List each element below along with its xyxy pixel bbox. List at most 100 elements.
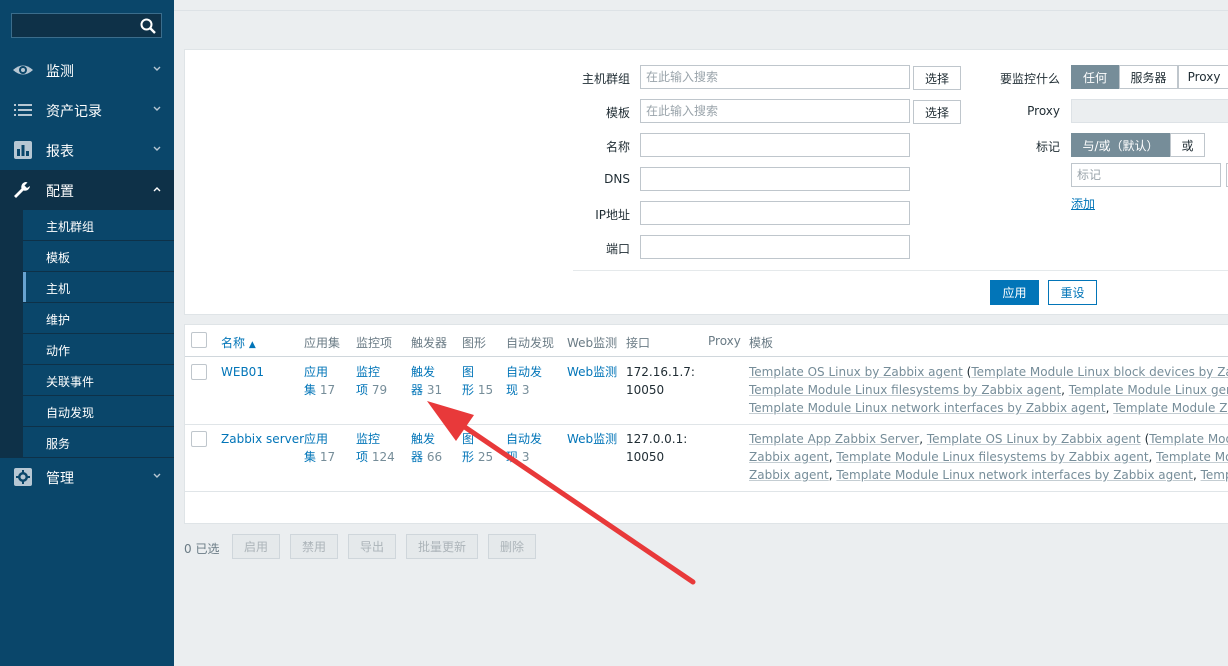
submenu-actions[interactable]: 动作 [23, 334, 174, 364]
sidebar-search-input[interactable] [12, 14, 132, 37]
discovery-text: 自动发 [506, 432, 543, 446]
submenu-host-groups[interactable]: 主机群组 [23, 210, 174, 240]
tags-or[interactable]: 或 [1170, 133, 1205, 157]
chevron-down-icon [153, 106, 161, 111]
template-link[interactable]: Template Module Zabbix agent [1113, 401, 1228, 415]
add-tag-link[interactable]: 添加 [1071, 195, 1095, 212]
discovery-link[interactable]: 自动发现 3 [506, 430, 542, 466]
submenu-services[interactable]: 服务 [23, 427, 174, 457]
monitored-by-any[interactable]: 任何 [1071, 65, 1119, 89]
template-link[interactable]: Template Module Linux filesystems by Zab… [749, 383, 1061, 397]
menu-reports[interactable]: 报表 [0, 130, 174, 170]
graphs-link[interactable]: 图形 15 [462, 363, 493, 399]
host-group-select-button[interactable]: 选择 [913, 66, 961, 90]
graphs-count: 25 [477, 450, 494, 464]
template-link[interactable]: Template Modul [1201, 468, 1228, 482]
menu-label: 资产记录 [46, 104, 102, 120]
tag-input[interactable] [1071, 163, 1221, 187]
menu-administration[interactable]: 管理 [0, 457, 174, 497]
apply-button[interactable]: 应用 [990, 280, 1039, 305]
web-link[interactable]: Web监测 [567, 430, 617, 448]
template-link[interactable]: Template Module Linux network interfaces… [836, 468, 1193, 482]
graphs-text: 图 [462, 365, 475, 379]
graphs-link[interactable]: 图形 25 [462, 430, 493, 466]
template-link[interactable]: Template OS Linux by Zabbix agent [749, 365, 963, 379]
submenu-label: 主机群组 [46, 220, 95, 234]
disable-button[interactable]: 禁用 [290, 534, 338, 559]
applications-text: 应用 [304, 365, 329, 379]
host-group-label: 主机群组 [581, 72, 630, 86]
proxy-input[interactable] [1071, 99, 1228, 123]
template-label: 模板 [605, 106, 630, 120]
search-icon[interactable] [139, 17, 157, 35]
submenu-label: 关联事件 [46, 375, 95, 389]
discovery-count: 3 [521, 383, 530, 397]
template-input[interactable] [640, 99, 910, 123]
host-name-link[interactable]: WEB01 [221, 363, 264, 381]
items-link[interactable]: 监控项 79 [356, 363, 387, 399]
row-checkbox[interactable] [191, 364, 207, 380]
column-web: Web监测 [567, 336, 618, 350]
filter-panel: 主机群组 选择 模板 选择 名称 DNS IP地址 端口 要监控什么 任何 服务… [184, 49, 1228, 315]
templates-list: Template OS Linux by Zabbix agent (Templ… [749, 363, 1228, 417]
template-link[interactable]: Zabbix agent [749, 468, 829, 482]
template-link[interactable]: Template OS Linux by Zabbix agent [927, 432, 1141, 446]
submenu-label: 模板 [46, 251, 71, 265]
template-link[interactable]: Template Module Linux generic by Zabbix … [1069, 383, 1228, 397]
submenu-discovery[interactable]: 自动发现 [23, 396, 174, 426]
column-items: 监控项 [356, 336, 393, 350]
discovery-link[interactable]: 自动发现 3 [506, 363, 542, 399]
triggers-link[interactable]: 触发器 31 [411, 363, 442, 399]
ip-input[interactable] [640, 201, 910, 225]
monitored-by-label: 要监控什么 [999, 72, 1060, 86]
port-input[interactable] [640, 235, 910, 259]
enable-button[interactable]: 启用 [232, 534, 280, 559]
reset-button[interactable]: 重设 [1048, 280, 1097, 305]
submenu-maintenance[interactable]: 维护 [23, 303, 174, 333]
discovery-text: 现 [506, 383, 519, 397]
items-text: 监控 [356, 365, 381, 379]
column-triggers: 触发器 [411, 336, 448, 350]
submenu-hosts[interactable]: 主机 [23, 272, 174, 302]
mass-update-button[interactable]: 批量更新 [406, 534, 478, 559]
triggers-text: 触发 [411, 365, 436, 379]
template-link[interactable]: Template Module Linux network interfaces… [749, 401, 1106, 415]
column-name[interactable]: 名称 ▲ [221, 334, 256, 351]
dns-input[interactable] [640, 167, 910, 191]
host-name-link[interactable]: Zabbix server [221, 430, 304, 448]
row-checkbox[interactable] [191, 431, 207, 447]
select-all-checkbox[interactable] [191, 332, 207, 348]
monitored-by-proxy[interactable]: Proxy [1178, 65, 1228, 89]
template-link[interactable]: Template Module Linux [1156, 450, 1228, 464]
template-link[interactable]: Template Module Linux [1149, 432, 1228, 446]
template-select-button[interactable]: 选择 [913, 100, 961, 124]
template-separator: ( [1140, 432, 1150, 446]
items-link[interactable]: 监控项 124 [356, 430, 395, 466]
web-link[interactable]: Web监测 [567, 363, 617, 381]
applications-link[interactable]: 应用集 17 [304, 363, 335, 399]
template-link[interactable]: Template Module Linux block devices by Z… [971, 365, 1228, 379]
monitored-by-server[interactable]: 服务器 [1119, 65, 1178, 89]
header-bar [174, 0, 1228, 10]
name-input[interactable] [640, 133, 910, 157]
interface-port: 10050 [626, 383, 665, 397]
menu-label: 配置 [46, 184, 74, 200]
list-icon [14, 104, 32, 116]
menu-configuration[interactable]: 配置 [0, 170, 174, 210]
menu-monitoring[interactable]: 监测 [0, 50, 174, 90]
triggers-text: 器 [411, 450, 424, 464]
triggers-link[interactable]: 触发器 66 [411, 430, 442, 466]
submenu-label: 主机 [46, 282, 71, 296]
submenu-correlation[interactable]: 关联事件 [23, 365, 174, 395]
menu-inventory[interactable]: 资产记录 [0, 90, 174, 130]
templates-list: Template App Zabbix Server, Template OS … [749, 430, 1228, 484]
template-link[interactable]: Zabbix agent [749, 450, 829, 464]
export-button[interactable]: 导出 [348, 534, 396, 559]
template-link[interactable]: Template App Zabbix Server [749, 432, 919, 446]
host-group-input[interactable] [640, 65, 910, 89]
template-link[interactable]: Template Module Linux filesystems by Zab… [836, 450, 1148, 464]
delete-button[interactable]: 删除 [488, 534, 536, 559]
tags-and-or[interactable]: 与/或（默认） [1071, 133, 1170, 157]
applications-link[interactable]: 应用集 17 [304, 430, 335, 466]
submenu-templates[interactable]: 模板 [23, 241, 174, 271]
